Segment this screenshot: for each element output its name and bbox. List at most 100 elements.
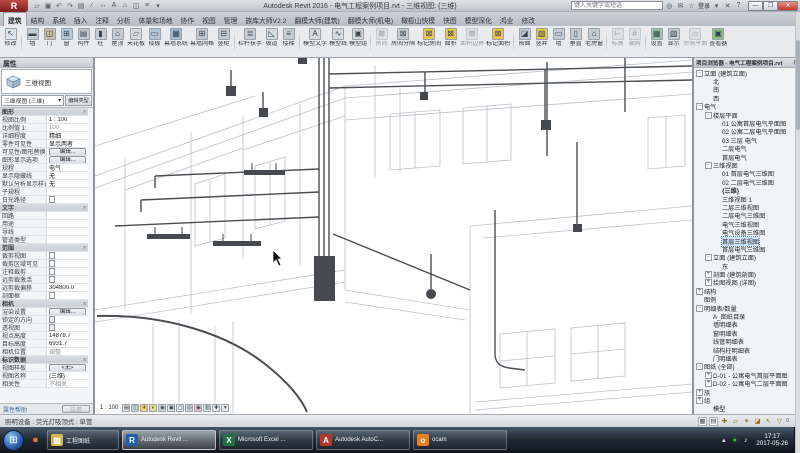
tree-expander-icon[interactable] [705,405,712,412]
status-toggle-icon[interactable]: ▤ [709,417,718,426]
tree-expander-icon[interactable] [714,246,721,253]
tree-expander-icon[interactable] [696,296,703,303]
status-toggle-icon[interactable]: ↖ [764,417,773,426]
ribbon-button[interactable]: ≡ 楼梯 [280,27,297,57]
tree-item[interactable]: 模型 [696,405,794,413]
ribbon-tab[interactable]: 翻模大师(机电) [344,13,397,26]
tree-item[interactable]: - 立面 (建筑立面) [696,69,794,77]
tray-icon[interactable]: ▴ [719,436,728,444]
ribbon-tab[interactable]: 视图 [198,13,220,26]
ribbon-button[interactable]: ◺ 坡道 [263,27,280,57]
element-selector-combo[interactable]: 三维视图 {三维} ▾ [1,95,64,106]
ribbon-button[interactable]: ◫ 门 [41,27,58,57]
view-control-icon[interactable]: ◻ [176,404,184,412]
tree-item[interactable]: 结构柱明细表 [696,346,794,354]
ribbon-button[interactable]: ▭ 楼板 [146,27,163,57]
property-value[interactable] [46,252,88,259]
tree-item[interactable]: 北 [696,77,794,85]
qat-icon[interactable]: ◫ [131,1,141,11]
property-value[interactable]: 编辑... [46,148,88,155]
tree-expander-icon[interactable]: + [696,397,703,404]
tree-expander-icon[interactable] [705,86,712,93]
browser-scrollbar[interactable] [795,0,800,453]
status-toggle-icon[interactable]: ✚ [720,417,729,426]
property-value[interactable]: 调整 [46,348,88,355]
tree-expander-icon[interactable] [714,212,721,219]
tree-item[interactable]: 首层电气 [696,153,794,161]
property-value[interactable] [46,212,88,219]
property-value[interactable] [46,324,88,331]
ribbon-button[interactable]: ⊠ 面积 [442,27,459,57]
type-selector[interactable]: 三维视图 [1,69,92,94]
ribbon-tab[interactable]: 橄榄山快模 [397,13,439,26]
view-control-icon[interactable]: ◎ [185,404,193,412]
tree-item[interactable]: 南 [696,86,794,94]
property-row[interactable]: 相关性 不相关 [0,380,88,388]
ribbon-button[interactable]: ▧ 显示 [665,27,682,57]
qat-icon[interactable]: ∕ [87,1,97,11]
tree-expander-icon[interactable] [705,321,712,328]
tree-expander-icon[interactable] [705,95,712,102]
view-scale-button[interactable]: 1 : 100 [100,405,118,411]
property-value[interactable] [46,196,88,203]
ribbon-button[interactable]: ↖ 修改 [2,27,19,57]
tree-item[interactable]: A_图纸目录 [696,312,794,320]
property-value[interactable]: 精细 [46,132,88,139]
minimize-button[interactable]: — [748,1,763,11]
ribbon-tab[interactable]: 翻模大师(建筑) [291,13,344,26]
property-value[interactable]: 显示两者 [46,140,88,147]
status-toggle-icon[interactable]: ✶ [742,417,751,426]
exchange-apps-icon[interactable]: ✕ [723,1,732,11]
tree-expander-icon[interactable] [714,238,721,245]
ribbon-button[interactable]: ▣ 查看器 [708,27,728,57]
property-value[interactable]: 6931.7 [46,340,88,347]
view-control-icon[interactable]: ◉ [194,404,202,412]
ribbon-tab[interactable]: 管理 [220,13,242,26]
ribbon-button[interactable]: ▮ 柱 [92,27,109,57]
property-value[interactable]: 304800.0 [46,284,88,291]
property-value[interactable]: 编辑... [46,308,88,315]
tree-expander-icon[interactable]: + [705,380,712,387]
ribbon-button[interactable]: ▱ 参照平面 [682,27,708,57]
qat-icon[interactable]: ▤ [76,1,86,11]
firefox-icon[interactable]: ● [27,432,44,449]
property-value[interactable]: 14878.7 [46,332,88,339]
property-value[interactable] [46,316,88,323]
ribbon-tab[interactable]: 快图 [439,13,461,26]
tree-item[interactable]: + D-02 - 公寓电气二层平面图 [696,379,794,387]
property-value[interactable]: 1 : 100 [46,116,88,123]
ribbon-tab[interactable]: 修改 [517,13,539,26]
status-toggle-icon[interactable]: ◪ [753,417,762,426]
qat-icon[interactable]: A [109,1,119,11]
ribbon-button[interactable] [370,29,371,55]
tree-expander-icon[interactable]: + [705,372,712,379]
tree-expander-icon[interactable] [714,229,721,236]
tree-expander-icon[interactable] [714,179,721,186]
status-toggle-icon[interactable]: ▦ [698,417,707,426]
search-icon[interactable]: ◎ [665,1,674,11]
tree-expander-icon[interactable] [705,78,712,85]
taskbar-window-button[interactable]: X Microsoft Excel ... [219,430,313,450]
qat-icon[interactable]: ▣ [43,1,53,11]
ribbon-button[interactable]: ▣ 模型组 [348,27,368,57]
tree-expander-icon[interactable] [705,330,712,337]
properties-header[interactable]: 属性 [0,58,93,68]
property-value[interactable] [46,260,88,267]
view-control-icon[interactable]: ▤ [122,404,130,412]
view-control-icon[interactable]: ✚ [212,404,220,412]
property-value[interactable]: 电气 [46,164,88,171]
ribbon-tab[interactable]: 体量和场地 [135,13,177,26]
ribbon-button[interactable]: A 模型文字 [302,27,328,57]
ribbon-tab[interactable]: 协作 [177,13,199,26]
property-value[interactable]: {三维} [46,372,88,379]
ribbon-button[interactable]: # 轴网 [626,27,643,57]
tree-expander-icon[interactable] [714,187,721,194]
ribbon-tab[interactable]: 系统 [48,13,70,26]
property-value[interactable] [46,292,88,299]
tree-expander-icon[interactable] [705,313,712,320]
ribbon-button[interactable]: ⊠ 标记房间 [416,27,442,57]
ribbon-button[interactable]: ⊠ 标记面积 [485,27,511,57]
ribbon-tab[interactable]: 族库大师V2.2 [241,13,290,26]
tree-expander-icon[interactable]: + [696,288,703,295]
property-value[interactable]: 不相关 [46,380,88,387]
